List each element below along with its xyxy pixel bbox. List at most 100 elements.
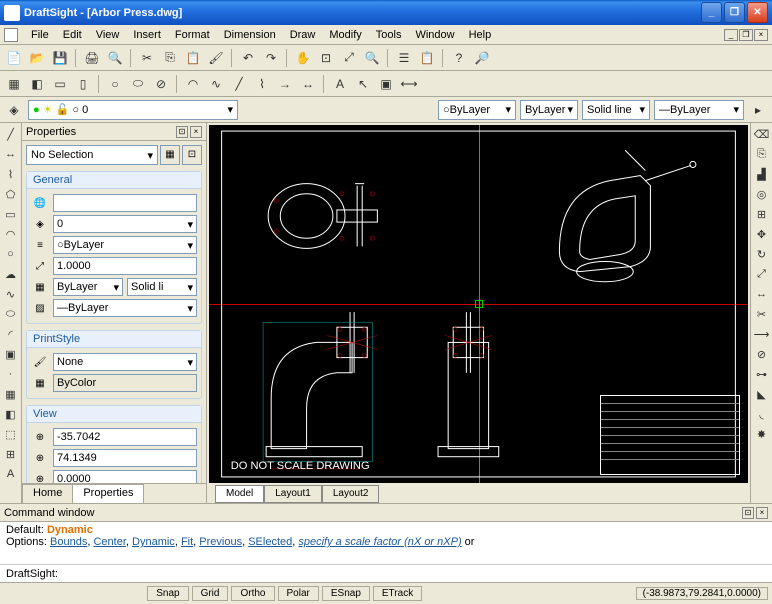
polygon-tool-icon[interactable]: ⬠ <box>2 185 20 203</box>
bylayer-field[interactable]: — ByLayer▾ <box>53 299 197 317</box>
stretch-icon[interactable]: ↔ <box>753 285 771 303</box>
mtext-icon[interactable]: A <box>330 74 350 94</box>
circle-icon[interactable]: ○ <box>105 74 125 94</box>
mdi-restore[interactable]: ❐ <box>739 29 753 41</box>
tab-layout1[interactable]: Layout1 <box>264 485 322 503</box>
ellipse-icon[interactable]: ⬭ <box>128 74 148 94</box>
printstyle-field[interactable]: None▾ <box>53 353 197 371</box>
cut-icon[interactable]: ✂ <box>137 48 157 68</box>
break-tool-icon[interactable]: ⊘ <box>753 345 771 363</box>
status-snap[interactable]: Snap <box>147 586 188 601</box>
linetype-combo[interactable]: ByLayer▾ <box>520 100 578 120</box>
tab-properties[interactable]: Properties <box>72 484 144 503</box>
layer-field[interactable]: 0▾ <box>53 215 197 233</box>
rect-icon[interactable]: ▭ <box>50 74 70 94</box>
opt-bounds[interactable]: Bounds <box>50 536 87 548</box>
status-grid[interactable]: Grid <box>192 586 229 601</box>
point-tool-icon[interactable]: · <box>2 365 20 383</box>
chamfer-icon[interactable]: ◣ <box>753 385 771 403</box>
block-icon[interactable]: ▣ <box>376 74 396 94</box>
close-button[interactable]: ✕ <box>747 2 768 23</box>
document-icon[interactable] <box>4 28 18 42</box>
circle-tool-icon[interactable]: ○ <box>2 245 20 263</box>
menu-file[interactable]: File <box>24 27 56 43</box>
menu-draw[interactable]: Draw <box>283 27 323 43</box>
zoom-window-icon[interactable]: ⊡ <box>316 48 336 68</box>
lwa-field[interactable]: ByLayer▾ <box>53 278 123 296</box>
lineweight-combo[interactable]: — ByLayer▾ <box>654 100 744 120</box>
tab-layout2[interactable]: Layout2 <box>322 485 380 503</box>
copy-tool-icon[interactable]: ⎘ <box>753 145 771 163</box>
opt-center[interactable]: Center <box>93 536 125 548</box>
layer-tool-icon[interactable]: ◈ <box>4 100 24 120</box>
mirror-icon[interactable]: ▟ <box>753 165 771 183</box>
arc-tool-icon[interactable]: ◠ <box>2 225 20 243</box>
array-icon[interactable]: ⊞ <box>753 205 771 223</box>
clipboard-icon[interactable]: 📋 <box>417 48 437 68</box>
erase-icon[interactable]: ⌫ <box>753 125 771 143</box>
view-y[interactable]: 74.1349 <box>53 449 197 467</box>
scale-field[interactable]: 1.0000 <box>53 257 197 275</box>
panel-close-icon[interactable]: × <box>190 126 202 138</box>
help-icon[interactable]: ? <box>449 48 469 68</box>
arc-icon[interactable]: ◠ <box>183 74 203 94</box>
status-esnap[interactable]: ESnap <box>322 586 370 601</box>
menu-help[interactable]: Help <box>462 27 499 43</box>
dim-icon[interactable]: ⟷ <box>399 74 419 94</box>
spline-tool-icon[interactable]: ∿ <box>2 285 20 303</box>
minimize-button[interactable]: _ <box>701 2 722 23</box>
menu-edit[interactable]: Edit <box>56 27 89 43</box>
color-field[interactable] <box>53 194 197 212</box>
mtext-tool-icon[interactable]: A <box>2 465 20 483</box>
drawing-canvas[interactable]: DO NOT SCALE DRAWING <box>209 125 748 483</box>
pan-icon[interactable]: ✋ <box>293 48 313 68</box>
linestyle-combo[interactable]: Solid line▾ <box>582 100 650 120</box>
line-tool-icon[interactable]: ╱ <box>2 125 20 143</box>
opt-dynamic[interactable]: Dynamic <box>132 536 175 548</box>
lwb-field[interactable]: Solid li▾ <box>127 278 197 296</box>
status-polar[interactable]: Polar <box>278 586 319 601</box>
extend-icon[interactable]: ⟶ <box>753 325 771 343</box>
menu-window[interactable]: Window <box>408 27 461 43</box>
gradient-tool-icon[interactable]: ◧ <box>2 405 20 423</box>
layer-more-icon[interactable]: ▸ <box>748 100 768 120</box>
menu-modify[interactable]: Modify <box>322 27 368 43</box>
open-icon[interactable]: 📂 <box>27 48 47 68</box>
preview-icon[interactable]: 🔍 <box>105 48 125 68</box>
block-tool-icon[interactable]: ▣ <box>2 345 20 363</box>
status-etrack[interactable]: ETrack <box>373 586 422 601</box>
print-icon[interactable]: 🖨 <box>82 48 102 68</box>
panel-pin-icon[interactable]: ⊡ <box>176 126 188 138</box>
leader-icon[interactable]: ↖ <box>353 74 373 94</box>
rect2-icon[interactable]: ▯ <box>73 74 93 94</box>
layer-combo[interactable]: ● ☀ 🔓 ○ 0▾ <box>28 100 238 120</box>
match-icon[interactable]: 🖌 <box>206 48 226 68</box>
scale-tool-icon[interactable]: ⤢ <box>753 265 771 283</box>
tab-model[interactable]: Model <box>215 485 264 503</box>
view-z[interactable]: 0.0000 <box>53 470 197 483</box>
polyline-tool-icon[interactable]: ⌇ <box>2 165 20 183</box>
mdi-minimize[interactable]: _ <box>724 29 738 41</box>
cmd-close-icon[interactable]: × <box>756 507 768 519</box>
mdi-close[interactable]: × <box>754 29 768 41</box>
zoom-icon[interactable]: 🔍 <box>362 48 382 68</box>
redo-icon[interactable]: ↷ <box>261 48 281 68</box>
search-icon[interactable]: 🔎 <box>472 48 492 68</box>
maximize-button[interactable]: ❐ <box>724 2 745 23</box>
ray-icon[interactable]: → <box>275 74 295 94</box>
color-combo[interactable]: ○ ByLayer▾ <box>438 100 516 120</box>
properties-icon[interactable]: ☰ <box>394 48 414 68</box>
offset-icon[interactable]: ◎ <box>753 185 771 203</box>
save-icon[interactable]: 💾 <box>50 48 70 68</box>
opt-previous[interactable]: Previous <box>199 536 242 548</box>
region-tool-icon[interactable]: ⬚ <box>2 425 20 443</box>
menu-view[interactable]: View <box>89 27 127 43</box>
fillet-icon[interactable]: ◟ <box>753 405 771 423</box>
spline-icon[interactable]: ∿ <box>206 74 226 94</box>
sel-btn1[interactable]: ▦ <box>160 145 180 165</box>
xline-icon[interactable]: ↔ <box>298 74 318 94</box>
opt-selected[interactable]: SElected <box>248 536 292 548</box>
opt-fit[interactable]: Fit <box>181 536 193 548</box>
line-icon[interactable]: ╱ <box>229 74 249 94</box>
ellipsearc-tool-icon[interactable]: ◜ <box>2 325 20 343</box>
